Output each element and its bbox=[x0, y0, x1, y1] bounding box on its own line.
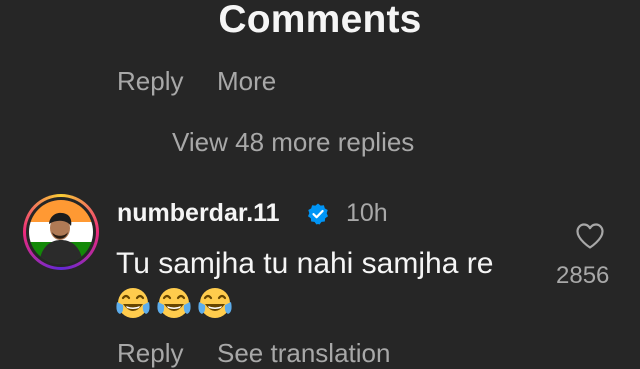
face-with-tears-of-joy-icon bbox=[157, 288, 191, 318]
comment-timestamp: 10h bbox=[346, 199, 388, 227]
avatar-ring-gap bbox=[26, 197, 96, 267]
reply-button[interactable]: Reply bbox=[117, 66, 183, 97]
reply-button[interactable]: Reply bbox=[117, 338, 183, 369]
avatar-image bbox=[29, 200, 93, 264]
verified-badge-icon bbox=[308, 203, 328, 225]
face-with-tears-of-joy-icon bbox=[116, 288, 150, 318]
more-button[interactable]: More bbox=[217, 66, 276, 97]
page-title: Comments bbox=[218, 0, 422, 41]
comment-text: Tu samjha tu nahi samjha re bbox=[116, 247, 494, 280]
avatar[interactable] bbox=[23, 194, 99, 270]
like-count: 2856 bbox=[556, 262, 610, 289]
see-translation-button[interactable]: See translation bbox=[217, 338, 390, 369]
comment-emojis bbox=[114, 285, 234, 323]
comment-username[interactable]: numberdar.11 bbox=[117, 199, 280, 228]
face-with-tears-of-joy-icon bbox=[198, 288, 232, 318]
avatar-portrait-icon bbox=[39, 212, 83, 264]
view-more-replies-button[interactable]: View 48 more replies bbox=[172, 127, 414, 158]
heart-outline-icon[interactable] bbox=[575, 222, 605, 250]
